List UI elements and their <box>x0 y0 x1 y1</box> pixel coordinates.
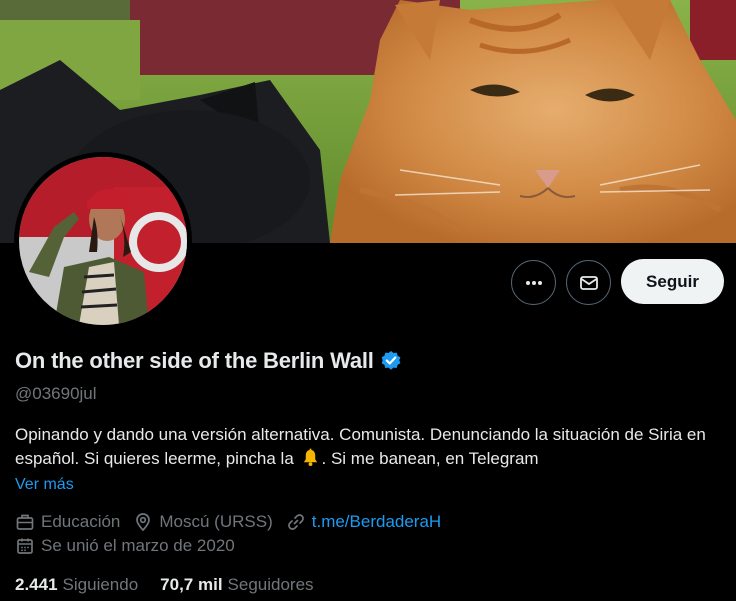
location-pin-icon <box>136 513 151 532</box>
user-handle: @03690jul <box>15 384 97 403</box>
category-label: Educación <box>41 512 121 531</box>
joined-label: Se unió el marzo de 2020 <box>41 536 235 555</box>
following-count: 2.441 <box>15 575 58 594</box>
location-item: Moscú (URSS) <box>133 512 273 532</box>
followers-label: Seguidores <box>227 575 314 594</box>
more-icon <box>525 280 542 285</box>
link-item[interactable]: t.me/BerdaderaH <box>286 512 441 532</box>
website-link[interactable]: t.me/BerdaderaH <box>312 512 441 532</box>
bio-text-part2: . Si me banean, en Telegram <box>321 449 539 468</box>
location-label: Moscú (URSS) <box>159 512 273 531</box>
mail-icon <box>579 275 598 290</box>
message-button[interactable] <box>566 260 611 305</box>
follow-button[interactable]: Seguir <box>621 259 724 304</box>
following-stat[interactable]: 2.441 Siguiendo <box>15 575 138 595</box>
followers-count: 70,7 mil <box>160 575 223 594</box>
link-icon <box>287 514 304 530</box>
briefcase-icon <box>16 514 34 530</box>
calendar-icon <box>17 538 33 554</box>
profile-avatar[interactable] <box>14 152 192 330</box>
followers-stat[interactable]: 70,7 mil Seguidores <box>160 575 313 595</box>
profile-meta-row: Educación Moscú (URSS) t.me/BerdaderaH <box>15 512 454 532</box>
display-name: On the other side of the Berlin Wall <box>15 348 374 373</box>
profile-bio: Opinando y dando una versión alternativa… <box>15 423 725 471</box>
joined-row: Se unió el marzo de 2020 <box>15 536 248 556</box>
category-item: Educación <box>15 512 120 532</box>
more-options-button[interactable] <box>511 260 556 305</box>
bell-icon <box>303 448 317 467</box>
name-row: On the other side of the Berlin Wall <box>15 348 402 374</box>
joined-item: Se unió el marzo de 2020 <box>15 536 235 556</box>
avatar-image <box>19 157 187 325</box>
follow-stats: 2.441 Siguiendo 70,7 mil Seguidores <box>15 575 336 595</box>
see-more-link[interactable]: Ver más <box>15 476 74 494</box>
following-label: Siguiendo <box>62 575 139 594</box>
verified-badge-icon[interactable] <box>380 350 402 372</box>
